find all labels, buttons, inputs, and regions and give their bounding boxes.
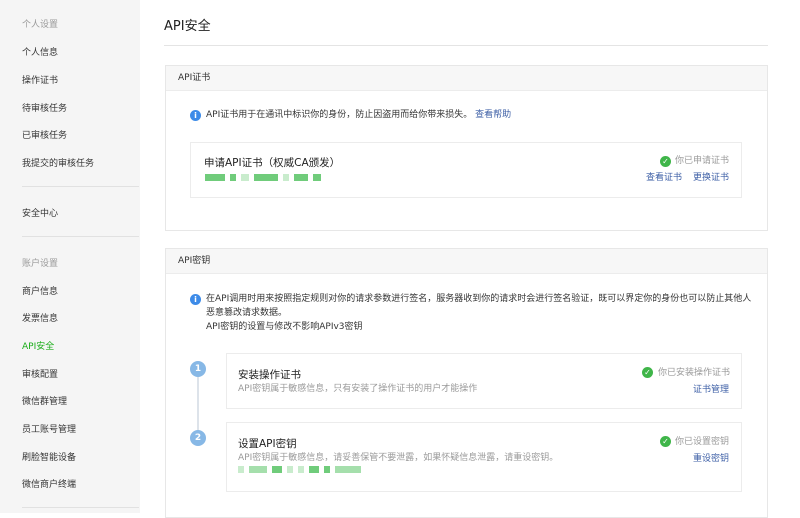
step-title: 设置API密钥 [238,438,297,450]
page-title: API安全 [164,19,211,34]
sidebar: 个人设置 个人信息 操作证书 待审核任务 已审核任务 我提交的审核任务 安全中心… [0,0,140,513]
step-connector [197,377,199,431]
view-cert-link[interactable]: 查看证书 [646,171,682,185]
step-status: 你已设置密钥 [675,437,730,447]
step-card-install-cert [226,353,742,409]
title-divider [164,45,768,46]
sidebar-item-submitted-tasks[interactable]: 我提交的审核任务 [22,156,94,169]
api-cert-header: API证书 [166,66,767,91]
divider [22,507,139,508]
sidebar-item-merchant-terminal[interactable]: 微信商户终端 [22,477,76,490]
help-link[interactable]: 查看帮助 [475,110,511,120]
key-info: 在API调用时用来按照指定规则对你的请求参数进行签名，服务器收到你的请求时会进行… [206,292,766,334]
cert-info: API证书用于在通讯中标识你的身份，防止因盗用而给你带来损失。 查看帮助 [206,108,511,122]
sidebar-item-invoice-info[interactable]: 发票信息 [22,311,58,324]
cert-management-link[interactable]: 证书管理 [693,383,729,397]
redacted-key [238,466,366,476]
sidebar-item-reviewed-tasks[interactable]: 已审核任务 [22,128,67,141]
step-number-1: 1 [190,361,206,377]
check-icon: ✓ [642,367,653,378]
reset-key-link[interactable]: 重设密钥 [693,452,729,466]
sidebar-item-wechat-group[interactable]: 微信群管理 [22,394,67,407]
divider [22,186,139,187]
key-info-line3: API密钥的设置与修改不影响APIv3密钥 [206,322,363,332]
step-desc: API密钥属于敏感信息，请妥善保管不要泄露，如果怀疑信息泄露，请重设密钥。 [238,453,559,463]
info-icon: i [190,110,201,121]
section-personal: 个人设置 [22,20,59,30]
sidebar-item-personal-info[interactable]: 个人信息 [22,45,58,58]
check-icon: ✓ [660,436,671,447]
redacted-cert-serial [205,174,326,184]
cert-card-title: 申请API证书（权威CA颁发） [204,157,341,169]
key-info-line2: 恶意篡改请求数据。 [206,308,288,318]
cert-status: 你已申请证书 [675,156,730,166]
step-desc: API密钥属于敏感信息，只有安装了操作证书的用户才能操作 [238,384,478,394]
sidebar-item-merchant-info[interactable]: 商户信息 [22,284,58,297]
divider [22,236,139,237]
step-title: 安装操作证书 [238,369,301,381]
sidebar-item-api-security[interactable]: API安全 [22,339,54,352]
api-key-header: API密钥 [166,249,767,274]
cert-info-text: API证书用于在通讯中标识你的身份，防止因盗用而给你带来损失。 [206,110,473,120]
sidebar-item-review-config[interactable]: 审核配置 [22,367,58,380]
step-status: 你已安装操作证书 [658,368,731,378]
sidebar-item-pending-tasks[interactable]: 待审核任务 [22,101,67,114]
sidebar-item-face-devices[interactable]: 刷脸智能设备 [22,450,76,463]
step-number-2: 2 [190,430,206,446]
sidebar-item-operation-cert[interactable]: 操作证书 [22,73,58,86]
cert-card [190,142,742,198]
info-icon: i [190,294,201,305]
sidebar-item-staff-accounts[interactable]: 员工账号管理 [22,422,76,435]
section-account: 账户设置 [22,259,59,269]
check-icon: ✓ [660,156,671,167]
sidebar-item-security-center[interactable]: 安全中心 [22,206,58,219]
key-info-line1: 在API调用时用来按照指定规则对你的请求参数进行签名，服务器收到你的请求时会进行… [206,294,752,304]
replace-cert-link[interactable]: 更换证书 [693,171,729,185]
